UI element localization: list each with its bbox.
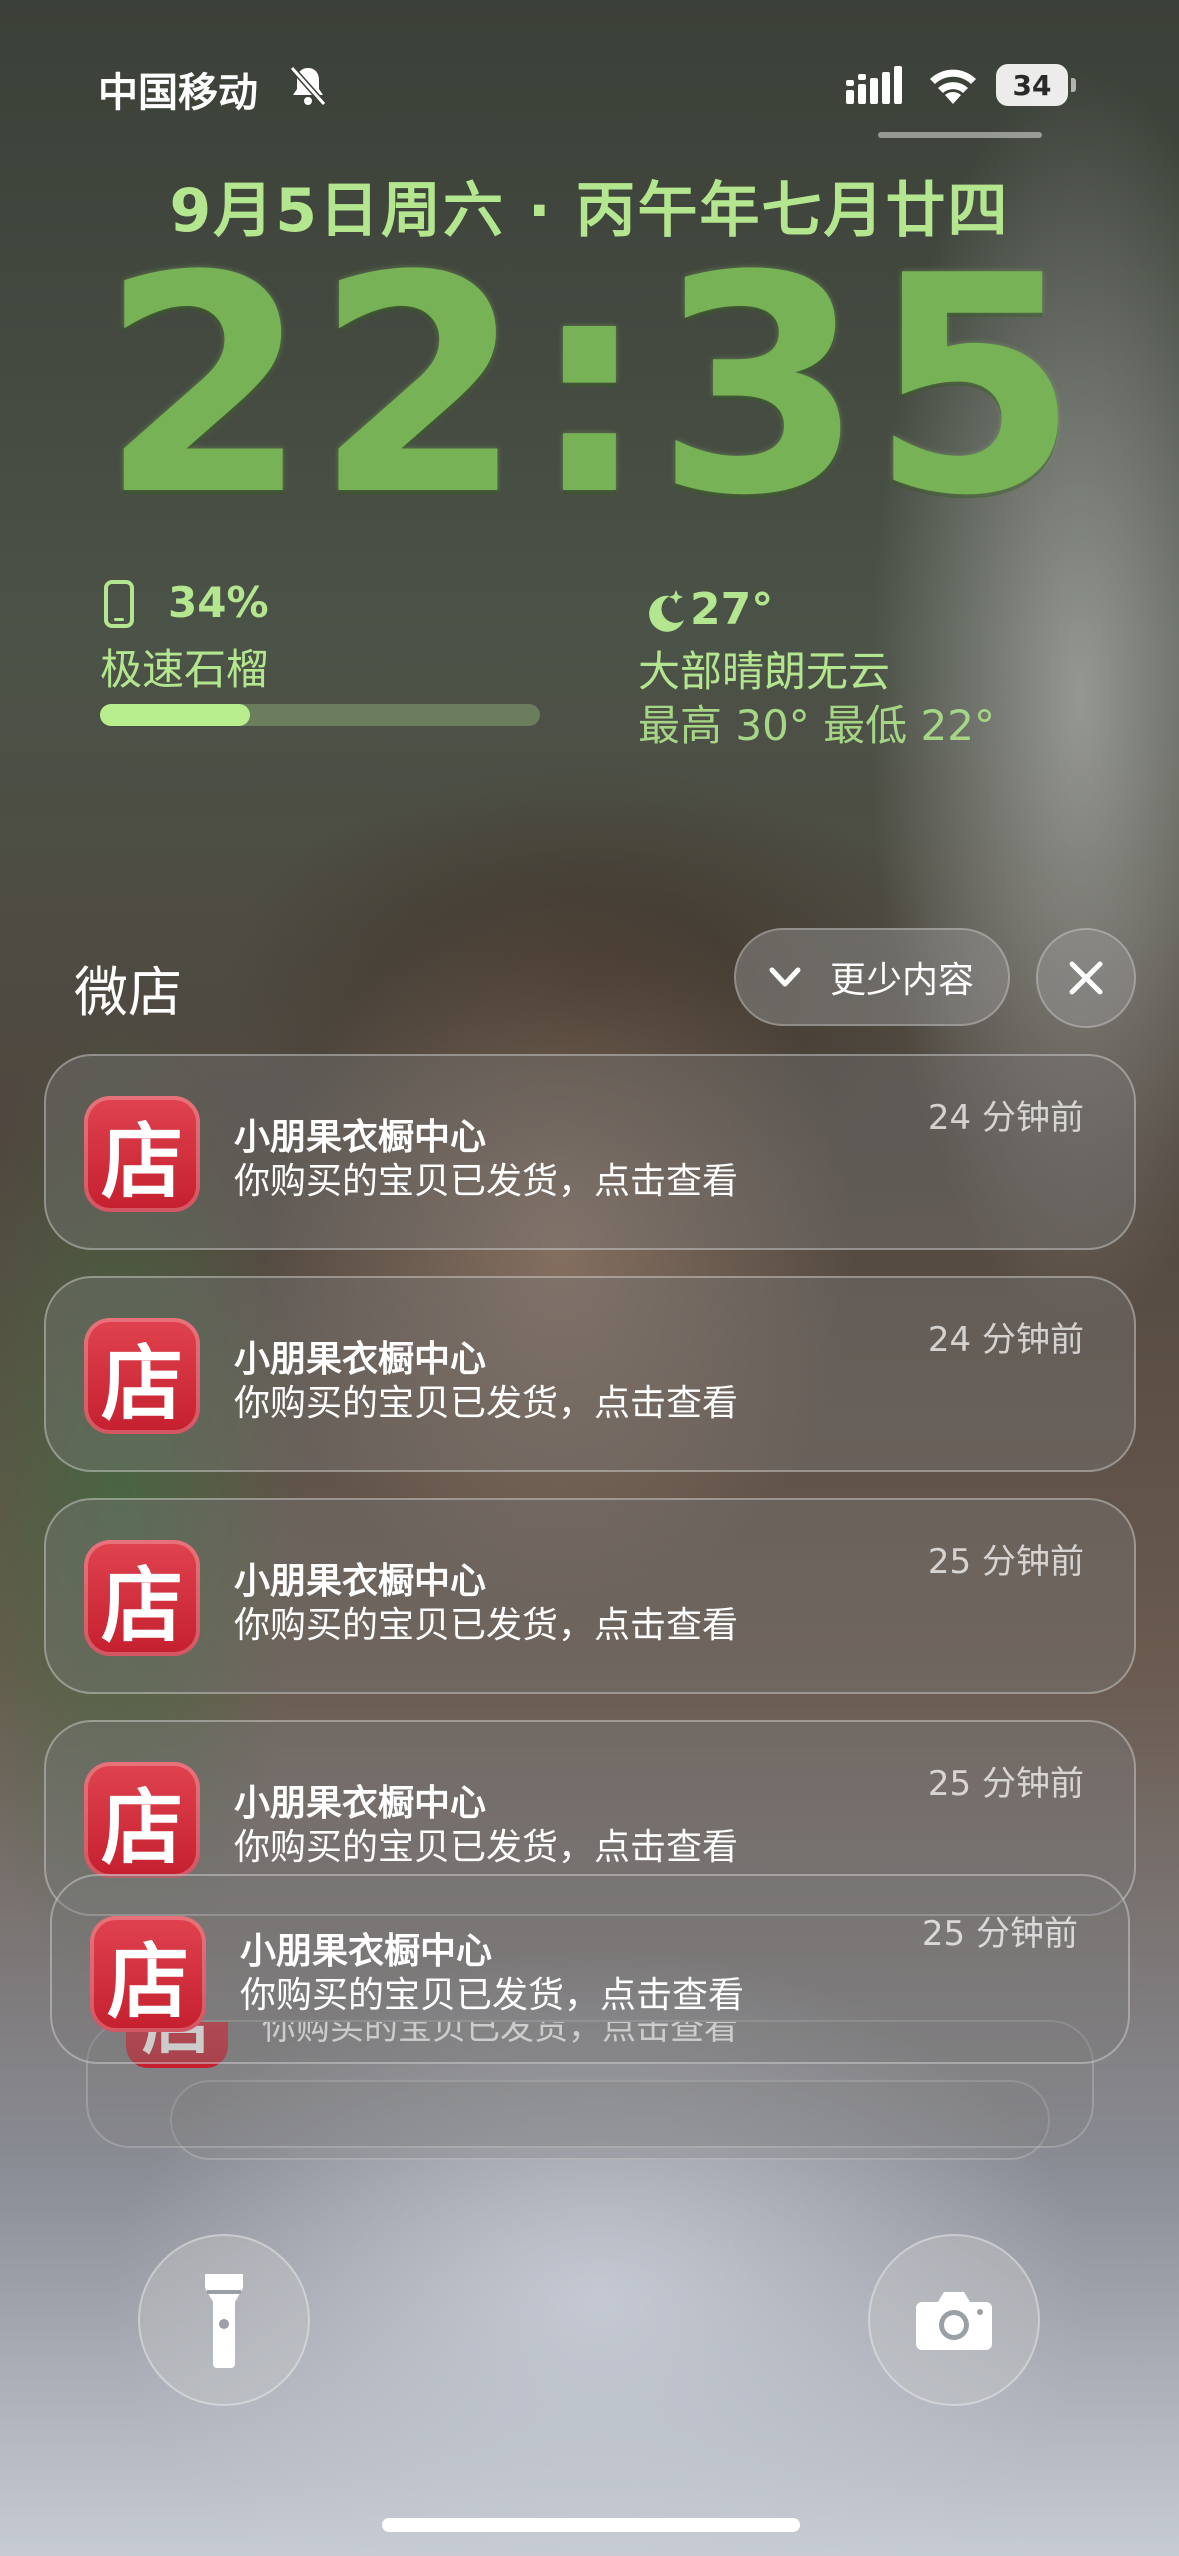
notification-time: 24 分钟前 [927,1320,1084,1360]
app-icon-weidian: 店 [90,1916,206,2032]
notification-time: 25 分钟前 [927,1764,1084,1804]
camera-icon [916,2292,992,2350]
show-less-button[interactable]: 更少内容 [734,928,1010,1026]
notification-body: 你购买的宝贝已发货，点击查看 [240,1975,745,2016]
weather-condition: 大部晴朗无云 [638,647,891,696]
notification-card[interactable]: 店 小朋果衣橱中心 你购买的宝贝已发货，点击查看 25 分钟前 [50,1874,1130,2064]
home-indicator[interactable] [382,2518,800,2532]
lock-clock: 22:35 [100,212,1085,561]
show-less-label: 更少内容 [830,960,975,1001]
clear-notifications-button[interactable] [1036,928,1136,1028]
notification-time: 24 分钟前 [927,1098,1084,1138]
wifi-icon [930,69,976,104]
app-icon-weidian: 店 [84,1762,200,1878]
battery-tip [1071,78,1076,92]
carrier-label: 中国移动 [98,70,258,116]
weather-temperature: 27° [690,584,774,635]
notification-body: 你购买的宝贝已发货，点击查看 [234,1605,739,1646]
notification-card[interactable]: 店 小朋果衣橱中心 你购买的宝贝已发货，点击查看 25 分钟前 [44,1498,1136,1694]
notification-body: 你购买的宝贝已发货，点击查看 [234,1827,739,1868]
notification-card[interactable]: 店 小朋果衣橱中心 你购买的宝贝已发货，点击查看 24 分钟前 [44,1276,1136,1472]
close-icon [1069,961,1103,995]
notification-group-title: 微店 [74,961,182,1024]
battery-icon: 34 [996,64,1076,106]
app-icon-weidian: 店 [84,1096,200,1212]
flashlight-button[interactable] [138,2234,310,2406]
weather-range: 最高 30° 最低 22° [638,701,995,750]
flashlight-icon [205,2274,243,2368]
notification-card[interactable]: 店 小朋果衣橱中心 你购买的宝贝已发货，点击查看 24 分钟前 [44,1054,1136,1250]
battery-widget-percent: 34% [168,578,269,627]
notification-body: 你购买的宝贝已发货，点击查看 [234,1161,739,1202]
battery-widget-bar [100,704,540,726]
chevron-down-icon [769,967,801,987]
notification-time: 25 分钟前 [921,1914,1078,1954]
phone-icon [104,580,134,628]
signal-icon [846,66,902,104]
control-center-hint[interactable] [878,132,1042,138]
battery-widget-bar-fill [100,704,250,726]
battery-level: 34 [996,64,1068,106]
battery-widget-device: 极速石榴 [100,645,269,694]
notification-time: 25 分钟前 [927,1542,1084,1582]
moon-stars-icon [649,590,684,632]
lock-screen: 中国移动 34 9月5日周六 · 丙午年七月廿四 22:35 34% 极速石榴 [0,0,1179,2556]
app-icon-weidian: 店 [84,1318,200,1434]
camera-button[interactable] [868,2234,1040,2406]
bell-off-icon [289,66,327,106]
app-icon-weidian: 店 [84,1540,200,1656]
notification-body: 你购买的宝贝已发货，点击查看 [234,1383,739,1424]
